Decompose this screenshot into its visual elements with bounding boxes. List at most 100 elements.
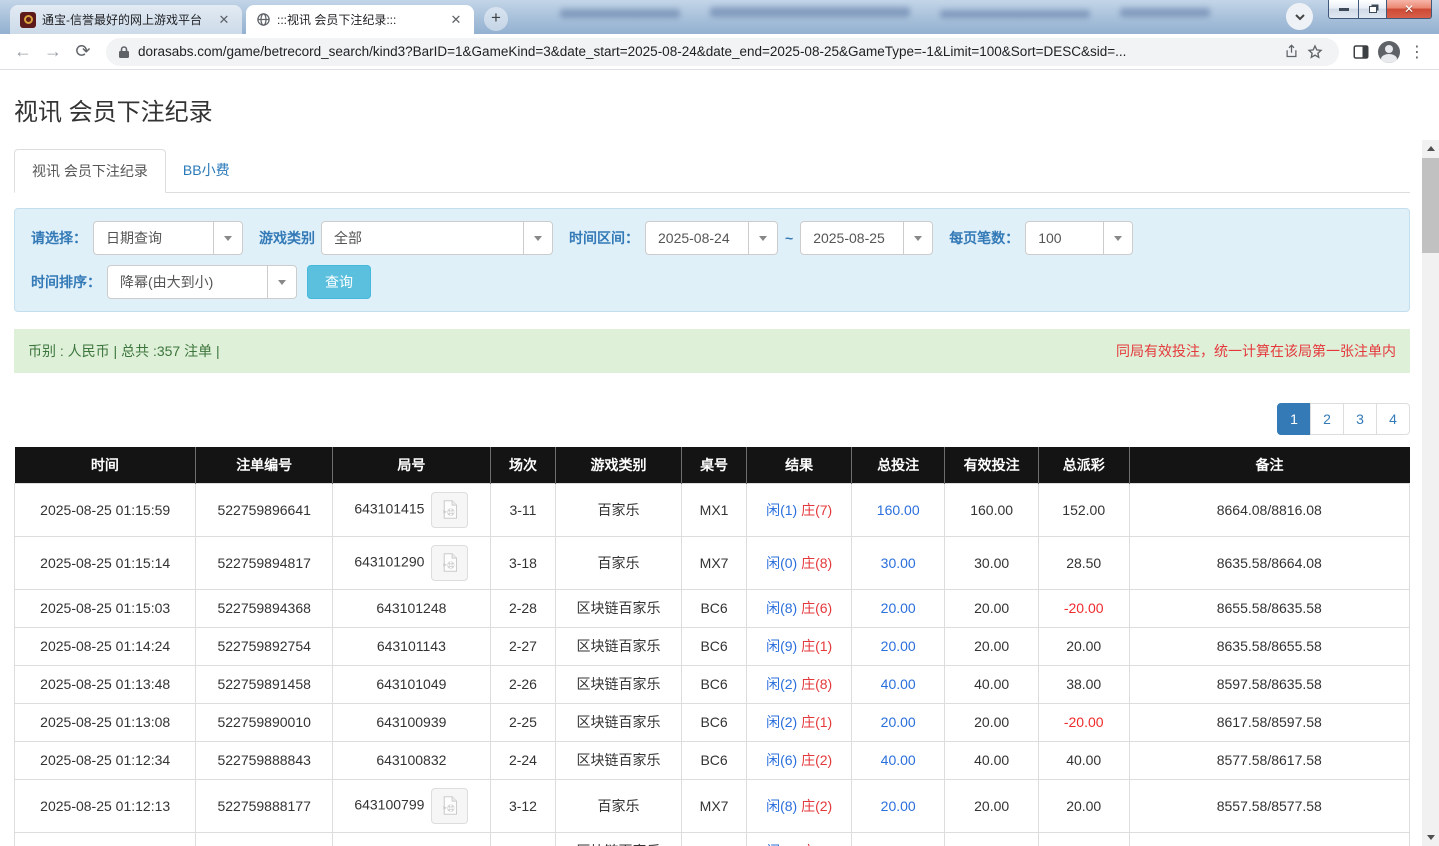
chevron-down-icon xyxy=(523,222,552,254)
summary-notice-text: 同局有效投注，统一计算在该局第一张注单内 xyxy=(1116,341,1396,361)
video-replay-button[interactable] xyxy=(431,545,468,581)
page-size-select[interactable]: 100 xyxy=(1025,221,1133,255)
scrollbar-thumb[interactable] xyxy=(1422,158,1439,253)
new-tab-button[interactable]: + xyxy=(484,7,508,31)
column-header: 总投注 xyxy=(851,447,944,483)
query-type-label: 请选择： xyxy=(31,228,87,248)
cell-round-number: 643101248 xyxy=(333,589,491,627)
date-end-select[interactable]: 2025-08-25 xyxy=(800,221,933,255)
cell-session: 3-11 xyxy=(490,483,556,536)
cell-total-bet[interactable]: 30.00 xyxy=(851,536,944,589)
table-row: 2025-08-25 01:12:13522759888177643100799… xyxy=(15,779,1410,832)
browser-tab-betrecord[interactable]: :::视讯 会员下注纪录::: ✕ xyxy=(246,5,474,34)
search-button[interactable]: 查询 xyxy=(307,265,371,299)
cell-remark: 8635.58/8664.08 xyxy=(1129,536,1409,589)
column-header: 有效投注 xyxy=(945,447,1038,483)
share-icon[interactable] xyxy=(1279,40,1303,64)
sort-label: 时间排序： xyxy=(31,272,101,292)
cell-game-kind: 区块链百家乐 xyxy=(556,589,682,627)
cell-table-number: MX7 xyxy=(681,779,747,832)
cell-bet-number: 522759896641 xyxy=(196,483,333,536)
tab-bb-tip[interactable]: BB小费 xyxy=(166,149,247,193)
cell-table-number: MX1 xyxy=(681,483,747,536)
cell-payout: 40.00 xyxy=(1038,741,1129,779)
cell-result: 闲(6) 庄(2) xyxy=(747,741,852,779)
cell-payout: -20.00 xyxy=(1038,589,1129,627)
cell-total-bet[interactable]: 160.00 xyxy=(851,483,944,536)
cell-remark: 8664.08/8816.08 xyxy=(1129,483,1409,536)
chevron-down-icon xyxy=(267,266,296,298)
cell-time: 2025-08-25 01:15:03 xyxy=(15,589,196,627)
time-range-label: 时间区间： xyxy=(569,228,639,248)
cell-session: 2-24 xyxy=(490,741,556,779)
scroll-up-icon[interactable] xyxy=(1422,140,1439,157)
cell-total-bet[interactable]: 20.00 xyxy=(851,703,944,741)
cell-payout: -20.00 xyxy=(1038,832,1129,846)
page-scrollbar[interactable] xyxy=(1422,140,1439,846)
cell-session: 2-27 xyxy=(490,627,556,665)
table-row: 2025-08-25 01:15:14522759894817643101290… xyxy=(15,536,1410,589)
column-header: 游戏类别 xyxy=(556,447,682,483)
browser-tab-home[interactable]: 通宝-信誉最好的网上游戏平台 ✕ xyxy=(10,5,242,34)
cell-payout: 38.00 xyxy=(1038,665,1129,703)
tab-betrecord[interactable]: 视讯 会员下注纪录 xyxy=(14,149,166,193)
cell-valid-bet: 30.00 xyxy=(945,536,1038,589)
date-start-select[interactable]: 2025-08-24 xyxy=(645,221,778,255)
tab-close-icon[interactable]: ✕ xyxy=(448,12,464,28)
cell-result: 闲(7) 庄(9) xyxy=(747,832,852,846)
table-row: 2025-08-25 01:13:08522759890010643100939… xyxy=(15,703,1410,741)
cell-total-bet[interactable]: 20.00 xyxy=(851,832,944,846)
video-replay-button[interactable] xyxy=(431,788,468,824)
cell-payout: 20.00 xyxy=(1038,627,1129,665)
cell-total-bet[interactable]: 40.00 xyxy=(851,665,944,703)
page-button-1[interactable]: 1 xyxy=(1277,403,1311,435)
address-bar[interactable]: dorasabs.com/game/betrecord_search/kind3… xyxy=(106,38,1339,66)
cell-game-kind: 区块链百家乐 xyxy=(556,741,682,779)
side-panel-icon[interactable] xyxy=(1347,38,1375,66)
table-row: 2025-08-25 01:15:59522759896641643101415… xyxy=(15,483,1410,536)
cell-time: 2025-08-25 01:12:13 xyxy=(15,779,196,832)
browser-menu-icon[interactable]: ⋮ xyxy=(1403,38,1431,66)
back-button[interactable]: ← xyxy=(8,37,38,67)
cell-session: 2-23 xyxy=(490,832,556,846)
page-button-3[interactable]: 3 xyxy=(1343,403,1377,435)
page-button-4[interactable]: 4 xyxy=(1376,403,1410,435)
cell-total-bet[interactable]: 20.00 xyxy=(851,627,944,665)
cell-valid-bet: 20.00 xyxy=(945,703,1038,741)
cell-total-bet[interactable]: 20.00 xyxy=(851,589,944,627)
cell-round-number: 643100832 xyxy=(333,741,491,779)
cell-total-bet[interactable]: 20.00 xyxy=(851,779,944,832)
window-minimize-button[interactable] xyxy=(1328,0,1359,19)
sort-select[interactable]: 降幂(由大到小) xyxy=(107,265,297,299)
cell-total-bet[interactable]: 40.00 xyxy=(851,741,944,779)
tab-search-chevron-icon[interactable] xyxy=(1286,3,1313,30)
cell-session: 2-26 xyxy=(490,665,556,703)
cell-valid-bet: 40.00 xyxy=(945,741,1038,779)
window-restore-button[interactable] xyxy=(1358,0,1387,19)
scroll-down-icon[interactable] xyxy=(1422,829,1439,846)
reload-button[interactable]: ⟳ xyxy=(68,37,98,67)
cell-result: 闲(0) 庄(8) xyxy=(747,536,852,589)
table-row: 2025-08-25 01:14:24522759892754643101143… xyxy=(15,627,1410,665)
chevron-down-icon xyxy=(903,222,932,254)
window-close-button[interactable]: ✕ xyxy=(1386,0,1432,19)
cell-game-kind: 区块链百家乐 xyxy=(556,703,682,741)
cell-bet-number: 522759894817 xyxy=(196,536,333,589)
chevron-down-icon xyxy=(1103,222,1132,254)
forward-button[interactable]: → xyxy=(38,37,68,67)
cell-game-kind: 百家乐 xyxy=(556,483,682,536)
tab-close-icon[interactable]: ✕ xyxy=(216,12,232,28)
query-type-select[interactable]: 日期查询 xyxy=(93,221,243,255)
video-replay-button[interactable] xyxy=(431,492,468,528)
browser-toolbar: ← → ⟳ dorasabs.com/game/betrecord_search… xyxy=(0,34,1439,70)
cell-remark: 8635.58/8655.58 xyxy=(1129,627,1409,665)
cell-round-number: 643100739 xyxy=(333,832,491,846)
cell-remark: 8655.58/8635.58 xyxy=(1129,589,1409,627)
page-button-2[interactable]: 2 xyxy=(1310,403,1344,435)
cell-remark: 8597.58/8635.58 xyxy=(1129,665,1409,703)
pagination: 1234 xyxy=(14,403,1410,435)
profile-avatar-icon[interactable] xyxy=(1375,38,1403,66)
bookmark-star-icon[interactable] xyxy=(1303,40,1327,64)
game-kind-select[interactable]: 全部 xyxy=(321,221,553,255)
cell-table-number: BC6 xyxy=(681,665,747,703)
